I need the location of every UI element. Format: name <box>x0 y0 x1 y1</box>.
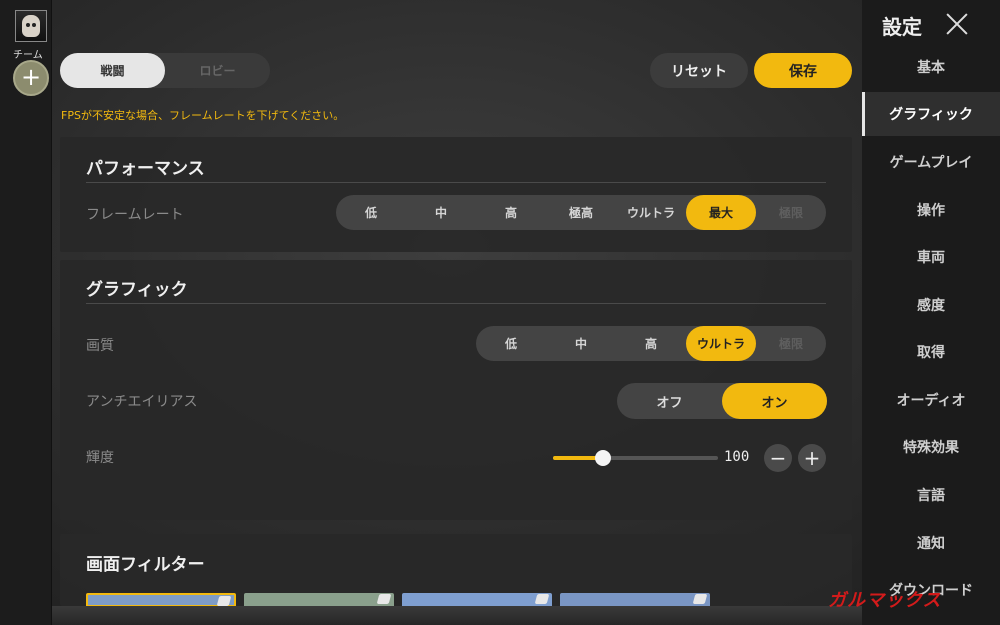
sidebar-item-vehicle[interactable]: 車両 <box>862 235 1000 279</box>
antialias-off[interactable]: オフ <box>617 383 722 419</box>
framerate-option[interactable]: ウルトラ <box>616 195 686 230</box>
brightness-value: 100 <box>724 449 750 465</box>
brightness-slider-handle[interactable] <box>594 450 611 466</box>
framerate-label: フレームレート <box>86 207 184 223</box>
brightness-increase-button[interactable]: + <box>798 444 826 472</box>
performance-panel: パフォーマンス フレームレート 低 中 高 極高 ウルトラ 最大 極限 <box>60 137 852 252</box>
sidebar-item-effects[interactable]: 特殊効果 <box>862 425 1000 469</box>
save-button[interactable]: 保存 <box>754 53 852 88</box>
brightness-decrease-button[interactable]: − <box>764 444 792 472</box>
flag-icon <box>216 596 232 606</box>
divider <box>86 303 826 304</box>
divider <box>86 182 826 183</box>
quality-label: 画質 <box>86 338 114 354</box>
sidebar-item-language[interactable]: 言語 <box>862 473 1000 517</box>
team-label: チーム <box>13 50 43 61</box>
performance-title: パフォーマンス <box>86 159 205 179</box>
sidebar-item-gameplay[interactable]: ゲームプレイ <box>862 140 1000 184</box>
sidebar-item-audio[interactable]: オーディオ <box>862 378 1000 422</box>
antialias-toggle: オフ オン <box>617 383 827 419</box>
quality-option-selected[interactable]: ウルトラ <box>686 326 756 361</box>
filter-thumbnail[interactable] <box>560 593 710 606</box>
close-icon[interactable] <box>944 11 970 37</box>
reset-button[interactable]: リセット <box>650 53 748 88</box>
graphics-panel: グラフィック 画質 低 中 高 ウルトラ 極限 アンチエイリアス オフ オン 輝… <box>60 260 852 520</box>
framerate-selector: 低 中 高 極高 ウルトラ 最大 極限 <box>336 195 826 230</box>
mode-toggle: 戦闘 ロビー <box>60 53 270 88</box>
quality-option[interactable]: 低 <box>476 326 546 361</box>
antialias-on[interactable]: オン <box>722 383 827 419</box>
sidebar-item-controls[interactable]: 操作 <box>862 188 1000 232</box>
quality-option-disabled: 極限 <box>778 337 803 351</box>
framerate-option[interactable]: 中 <box>406 195 476 230</box>
framerate-option-selected[interactable]: 最大 <box>686 195 756 230</box>
framerate-option-disabled: 極限 <box>778 206 803 220</box>
sidebar-item-sensitivity[interactable]: 感度 <box>862 283 1000 327</box>
filters-panel: 画面フィルター <box>60 534 852 606</box>
flag-icon <box>692 594 708 604</box>
brightness-label: 輝度 <box>86 450 114 466</box>
avatar[interactable] <box>15 10 47 42</box>
sidebar-item-notifications[interactable]: 通知 <box>862 521 1000 565</box>
bottom-shade <box>52 606 862 625</box>
watermark: ガルマックス <box>828 590 942 611</box>
framerate-option[interactable]: 低 <box>336 195 406 230</box>
flag-icon <box>376 594 392 604</box>
tab-lobby[interactable]: ロビー <box>165 53 270 88</box>
graphics-title: グラフィック <box>86 280 188 300</box>
filter-thumbnail[interactable] <box>86 593 236 606</box>
settings-title: 設定 <box>882 15 922 39</box>
sidebar-item-graphics[interactable]: グラフィック <box>862 92 1000 136</box>
quality-option[interactable]: 中 <box>546 326 616 361</box>
framerate-option[interactable]: 極高 <box>546 195 616 230</box>
quality-selector: 低 中 高 ウルトラ 極限 <box>476 326 826 361</box>
framerate-option[interactable]: 高 <box>476 195 546 230</box>
sidebar-item-basic[interactable]: 基本 <box>862 45 1000 89</box>
add-team-button[interactable]: + <box>13 60 49 96</box>
sidebar-item-pickup[interactable]: 取得 <box>862 330 1000 374</box>
tab-battle[interactable]: 戦闘 <box>60 53 165 88</box>
filter-thumbnail[interactable] <box>244 593 394 606</box>
antialias-label: アンチエイリアス <box>86 394 198 410</box>
flag-icon <box>534 594 550 604</box>
left-rail: チーム + <box>0 0 52 625</box>
filters-title: 画面フィルター <box>86 555 205 575</box>
quality-option[interactable]: 高 <box>616 326 686 361</box>
brightness-slider[interactable] <box>553 450 718 466</box>
avatar-face-icon <box>22 15 40 37</box>
fps-warning: FPSが不安定な場合、フレームレートを下げてください。 <box>61 109 345 122</box>
filter-thumbnail[interactable] <box>402 593 552 606</box>
